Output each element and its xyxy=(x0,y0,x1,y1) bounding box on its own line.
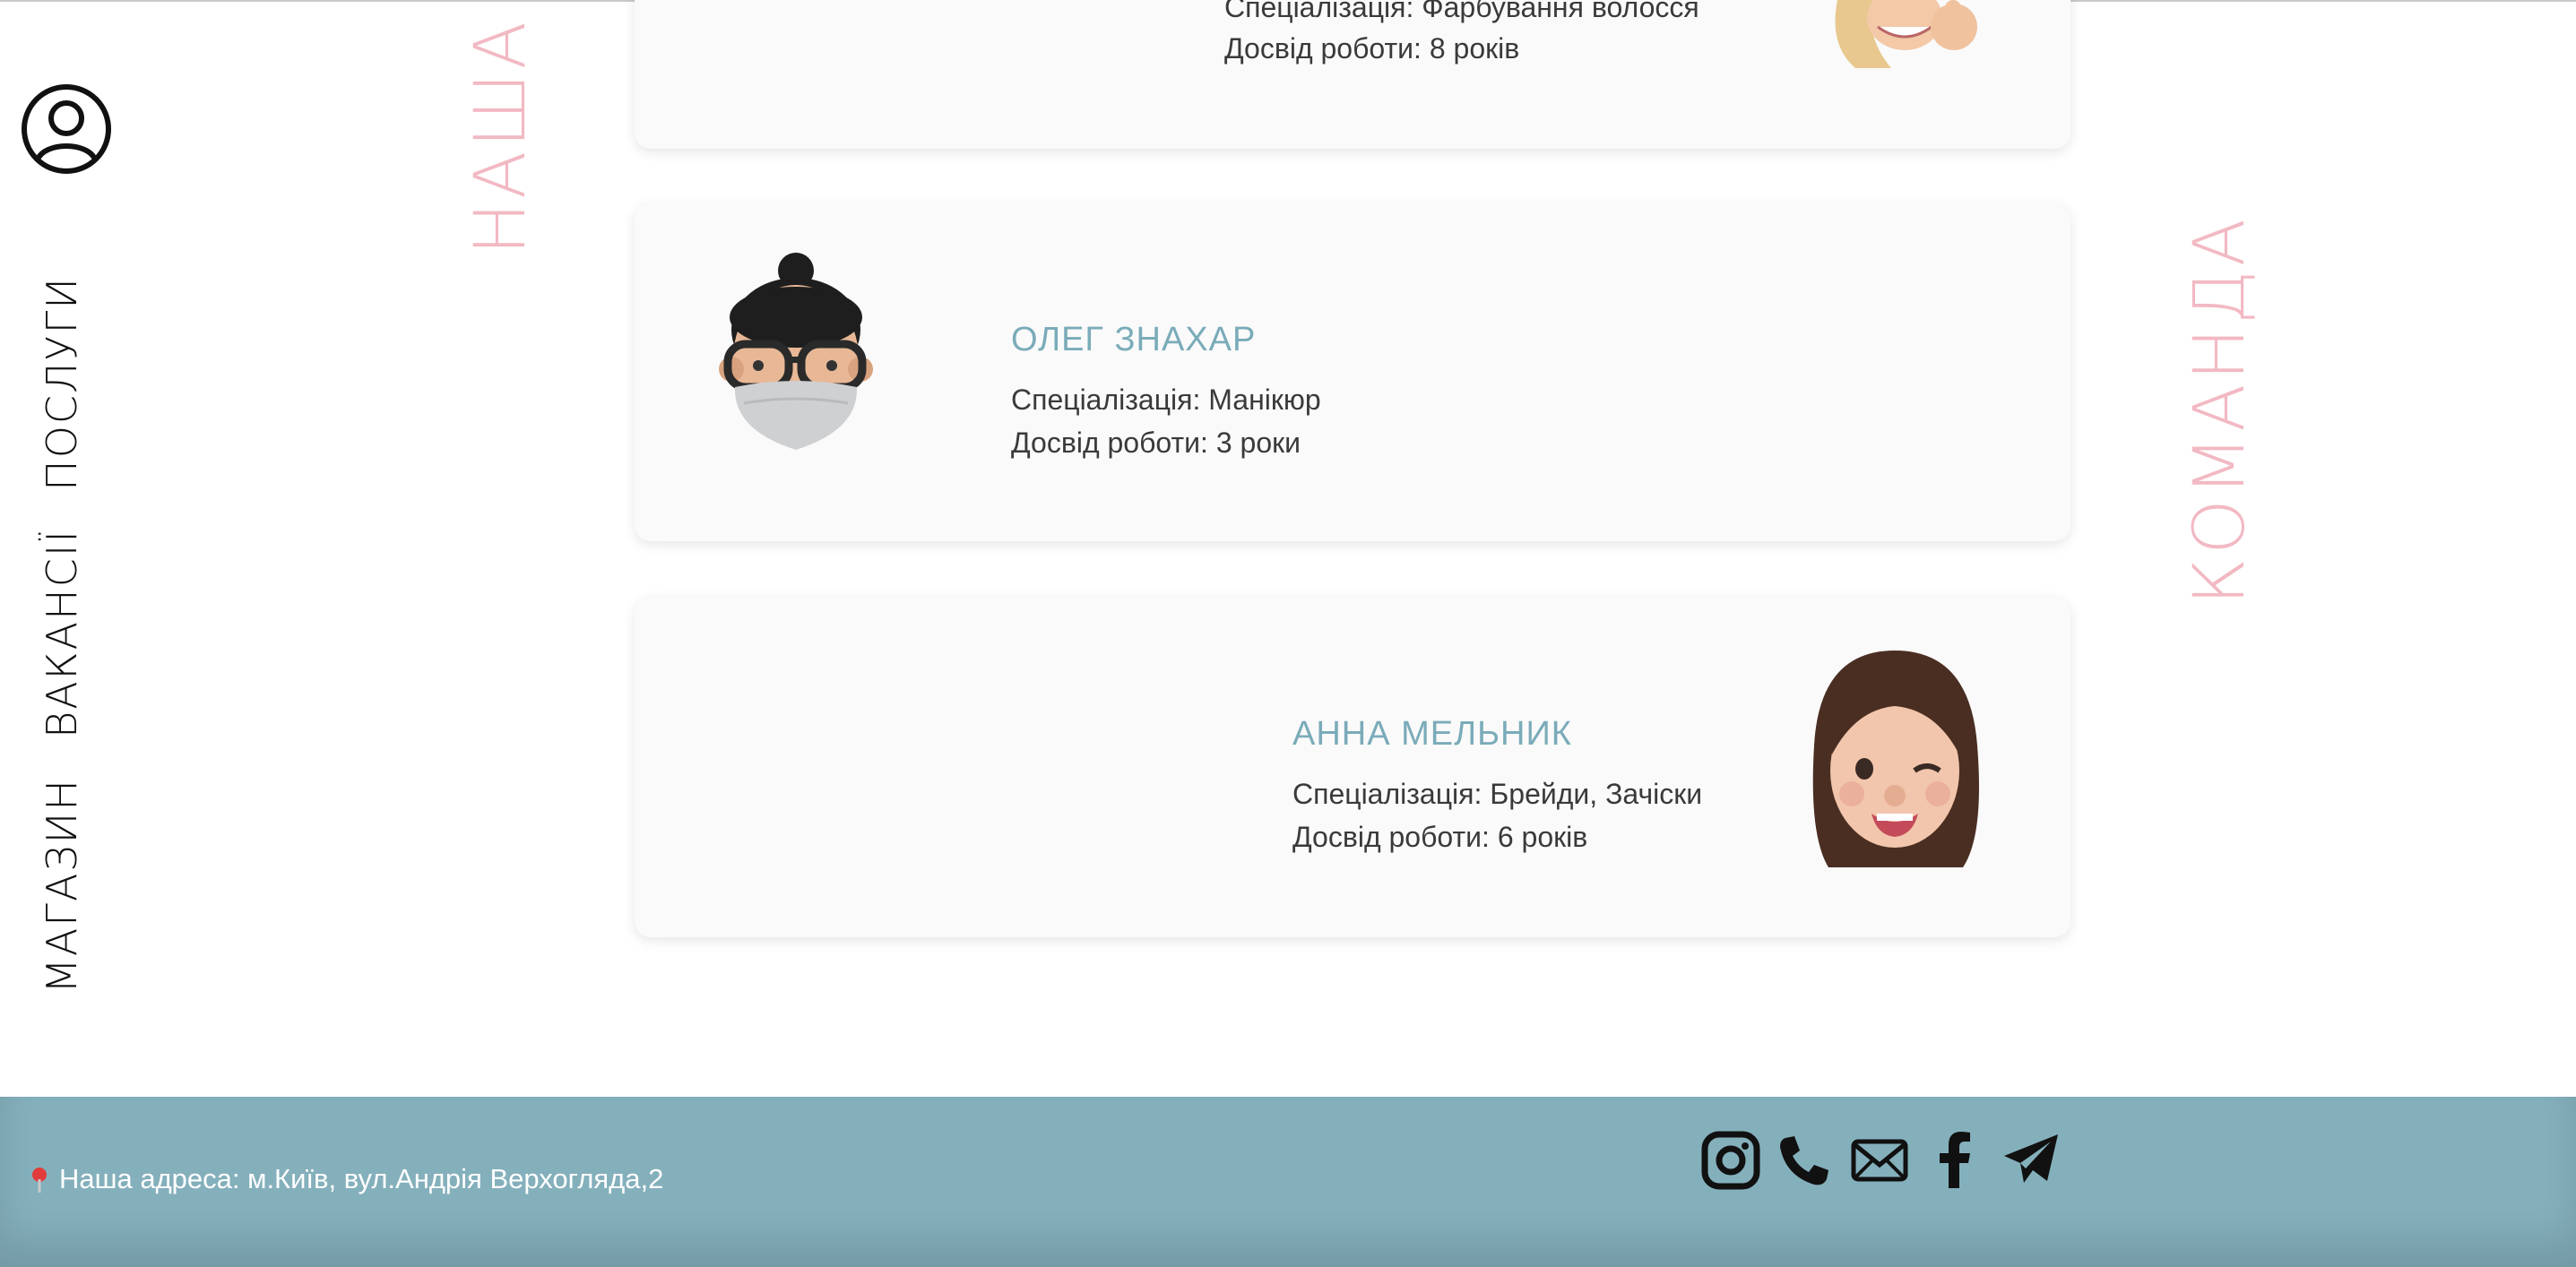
team-experience: Досвід роботи: 3 роки xyxy=(1011,427,1301,459)
team-experience: Досвід роботи: 6 років xyxy=(1292,821,1588,853)
section-heading-our: НАША xyxy=(461,18,541,255)
phone-icon[interactable] xyxy=(1773,1129,1836,1192)
team-specialization: Спеціалізація: Брейди, Зачіски xyxy=(1292,778,1703,810)
profile-icon[interactable] xyxy=(20,82,113,176)
nav-shop[interactable]: МАГАЗИН xyxy=(38,778,86,994)
team-avatar xyxy=(1835,0,1977,68)
telegram-icon[interactable] xyxy=(2001,1129,2063,1192)
team-avatar xyxy=(1812,651,1979,867)
facebook-icon[interactable] xyxy=(1923,1129,1986,1192)
nav-services[interactable]: ПОСЛУГИ xyxy=(38,276,86,491)
team-name: АННА МЕЛЬНИК xyxy=(1292,715,1572,753)
team-specialization: Спеціалізація: Манікюр xyxy=(1011,384,1321,416)
team-name: ОЛЕГ ЗНАХАР xyxy=(1011,321,1257,358)
team-experience: Досвід роботи: 8 років xyxy=(1224,32,1520,65)
footer-address: Наша адреса: м.Київ, вул.Андрія Верхогля… xyxy=(59,1163,664,1194)
section-heading-team: КОМАНДА xyxy=(2180,215,2260,606)
team-avatar xyxy=(719,253,873,450)
team-specialization: Спеціалізація: Фарбування волосся xyxy=(1224,0,1699,23)
instagram-icon[interactable] xyxy=(1699,1129,1762,1192)
location-pin-icon xyxy=(32,1168,47,1193)
nav-vacancies[interactable]: ВАКАНСІЇ xyxy=(38,529,86,738)
mail-icon[interactable] xyxy=(1848,1129,1911,1192)
